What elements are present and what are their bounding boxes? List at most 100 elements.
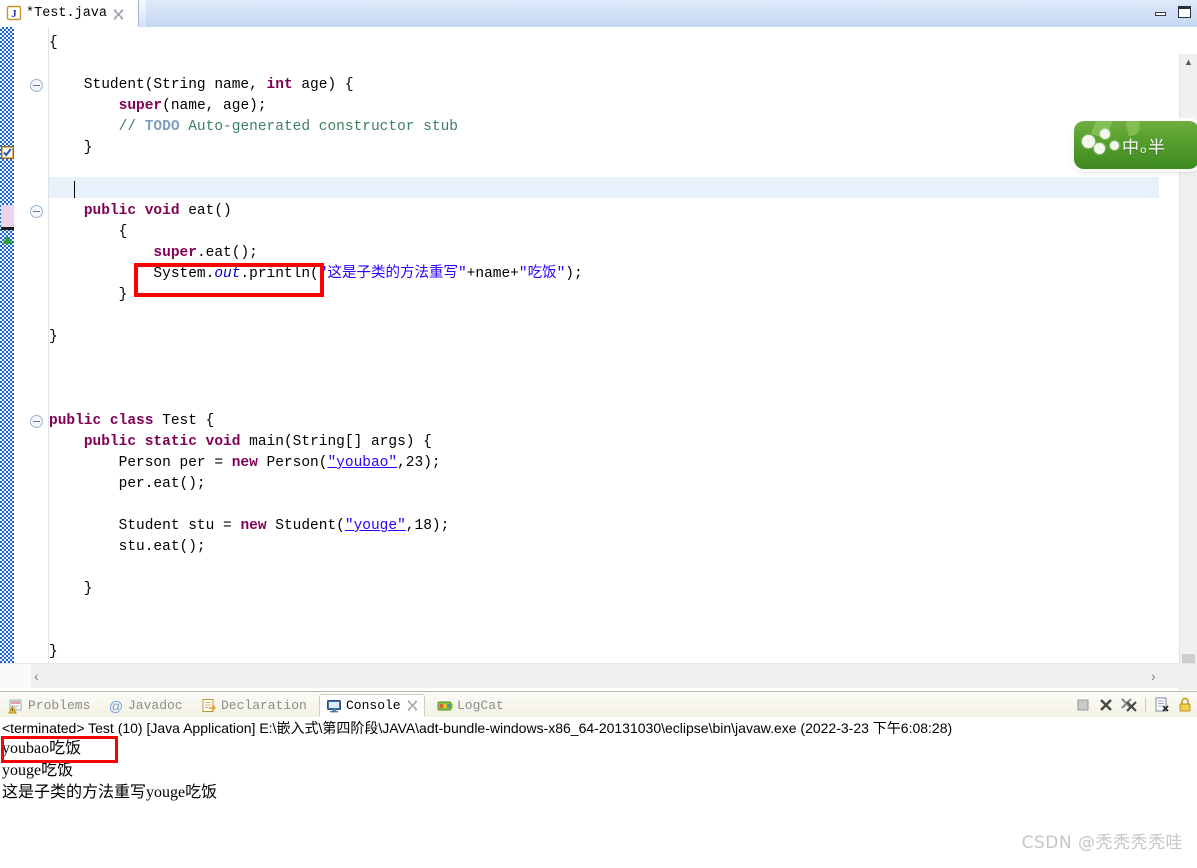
fold-marker-constructor[interactable] — [30, 79, 43, 92]
code-token: new — [231, 455, 258, 471]
editor-tab-test-java[interactable]: J *Test.java — [0, 0, 139, 27]
code-token: age) { — [292, 77, 354, 93]
code-token: } — [49, 329, 58, 345]
view-tab-logcat[interactable]: LogCat — [431, 694, 510, 717]
code-token: ,18); — [405, 518, 450, 534]
view-tab-console[interactable]: Console — [319, 694, 425, 717]
code-line: public static void main(String[] args) { — [49, 432, 432, 453]
code-line: Student(String name, int age) { — [49, 75, 354, 96]
view-tab-bar: Problems @ Javadoc Declaration Console LogCat — [0, 692, 1197, 718]
code-token: Person( — [257, 455, 328, 471]
scroll-right-arrow[interactable]: › — [1151, 668, 1165, 684]
code-token: Student(String name, — [49, 77, 267, 93]
ime-status-bar[interactable]: 中ₒ半 — [1074, 121, 1197, 169]
csdn-watermark: CSDN @秃秃秃秃哇 — [1021, 833, 1183, 853]
view-tab-declaration[interactable]: Declaration — [195, 694, 313, 717]
code-line: Student stu = new Student("youge",18); — [49, 516, 450, 537]
code-line: super(name, age); — [49, 96, 267, 117]
toolbar-separator — [1145, 698, 1146, 712]
code-token: +name+ — [466, 266, 519, 282]
ime-flower-decor — [1100, 129, 1110, 139]
code-editor-area[interactable]: { Student(String name, int age) { super(… — [49, 27, 1159, 663]
code-line: } — [49, 138, 93, 159]
code-token: super — [153, 245, 197, 261]
code-line: public class Test { — [49, 411, 214, 432]
scroll-up-arrow[interactable]: ▲ — [1180, 54, 1197, 71]
code-token: "这是子类的方法重写" — [318, 266, 467, 282]
code-token: Auto-generated constructor stub — [179, 119, 458, 135]
maximize-button[interactable] — [1177, 5, 1192, 19]
code-line: stu.eat(); — [49, 537, 206, 558]
clear-console-button[interactable] — [1152, 696, 1172, 714]
svg-text:@: @ — [109, 698, 123, 714]
javadoc-icon: @ — [108, 698, 124, 714]
ruler-mark-cursor — [1, 227, 14, 230]
marker-column[interactable] — [14, 27, 26, 663]
annotation-ruler[interactable] — [0, 27, 14, 663]
close-icon[interactable] — [407, 700, 418, 711]
fold-marker-main-method[interactable] — [30, 415, 43, 428]
view-tab-label: Javadoc — [128, 698, 183, 713]
code-token: Student( — [266, 518, 345, 534]
view-tab-javadoc[interactable]: @ Javadoc — [102, 694, 189, 717]
fold-marker-eat-method[interactable] — [30, 205, 43, 218]
youbao-output-highlight-box — [1, 736, 118, 763]
code-token: TODO — [144, 119, 180, 135]
folding-column[interactable] — [26, 27, 49, 663]
terminate-button[interactable] — [1073, 696, 1093, 714]
console-line-3: 这是子类的方法重写youge吃饭 — [2, 784, 218, 801]
code-token: } — [49, 140, 93, 156]
scroll-left-arrow[interactable]: ‹ — [34, 668, 48, 684]
ruler-mark-change — [1, 205, 14, 227]
console-line-2: youge吃饭 — [2, 762, 74, 779]
text-caret — [74, 181, 75, 198]
code-token: per.eat(); — [49, 476, 206, 492]
current-line-highlight — [49, 177, 1159, 198]
code-line: public void eat() — [49, 201, 232, 222]
view-tab-label: LogCat — [457, 698, 504, 713]
close-icon[interactable] — [113, 8, 124, 19]
code-line: { — [49, 33, 58, 54]
editor-tab-label: *Test.java — [26, 5, 108, 21]
ruler-mark-overview[interactable] — [1, 233, 14, 244]
console-icon — [326, 698, 342, 714]
editor-horizontal-scrollbar[interactable]: ‹ › — [0, 663, 1197, 688]
code-token: "youge" — [344, 518, 406, 534]
code-line: per.eat(); — [49, 474, 206, 495]
code-token: Person per = — [49, 455, 232, 471]
bottom-view-panel: Problems @ Javadoc Declaration Console LogCat — [0, 691, 1197, 868]
console-output[interactable]: <terminated> Test (10) [Java Application… — [0, 717, 1197, 868]
code-line: } — [49, 285, 128, 306]
scroll-up-glyph: ▲ — [1184, 57, 1193, 67]
scroll-lock-button[interactable] — [1175, 696, 1195, 714]
code-token: .eat(); — [196, 245, 258, 261]
minimize-button[interactable] — [1153, 5, 1168, 19]
view-tab-label: Console — [346, 698, 401, 713]
code-line: super.eat(); — [49, 243, 258, 264]
ruler-mark-task[interactable] — [1, 145, 14, 160]
remove-all-terminated-button[interactable] — [1119, 696, 1139, 714]
console-toolbar — [1073, 694, 1197, 716]
problems-icon — [8, 698, 24, 714]
code-token: } — [49, 581, 93, 597]
declaration-icon — [201, 698, 217, 714]
remove-launch-button[interactable] — [1096, 696, 1116, 714]
super-eat-highlight-box — [134, 263, 324, 297]
editor-body: { Student(String name, int age) { super(… — [0, 27, 1197, 690]
view-tab-problems[interactable]: Problems — [2, 694, 96, 717]
code-token: public class — [49, 413, 154, 429]
code-token: // — [49, 119, 145, 135]
code-token: { — [49, 224, 128, 240]
code-token: super — [118, 98, 163, 114]
code-token: ,23); — [397, 455, 441, 471]
